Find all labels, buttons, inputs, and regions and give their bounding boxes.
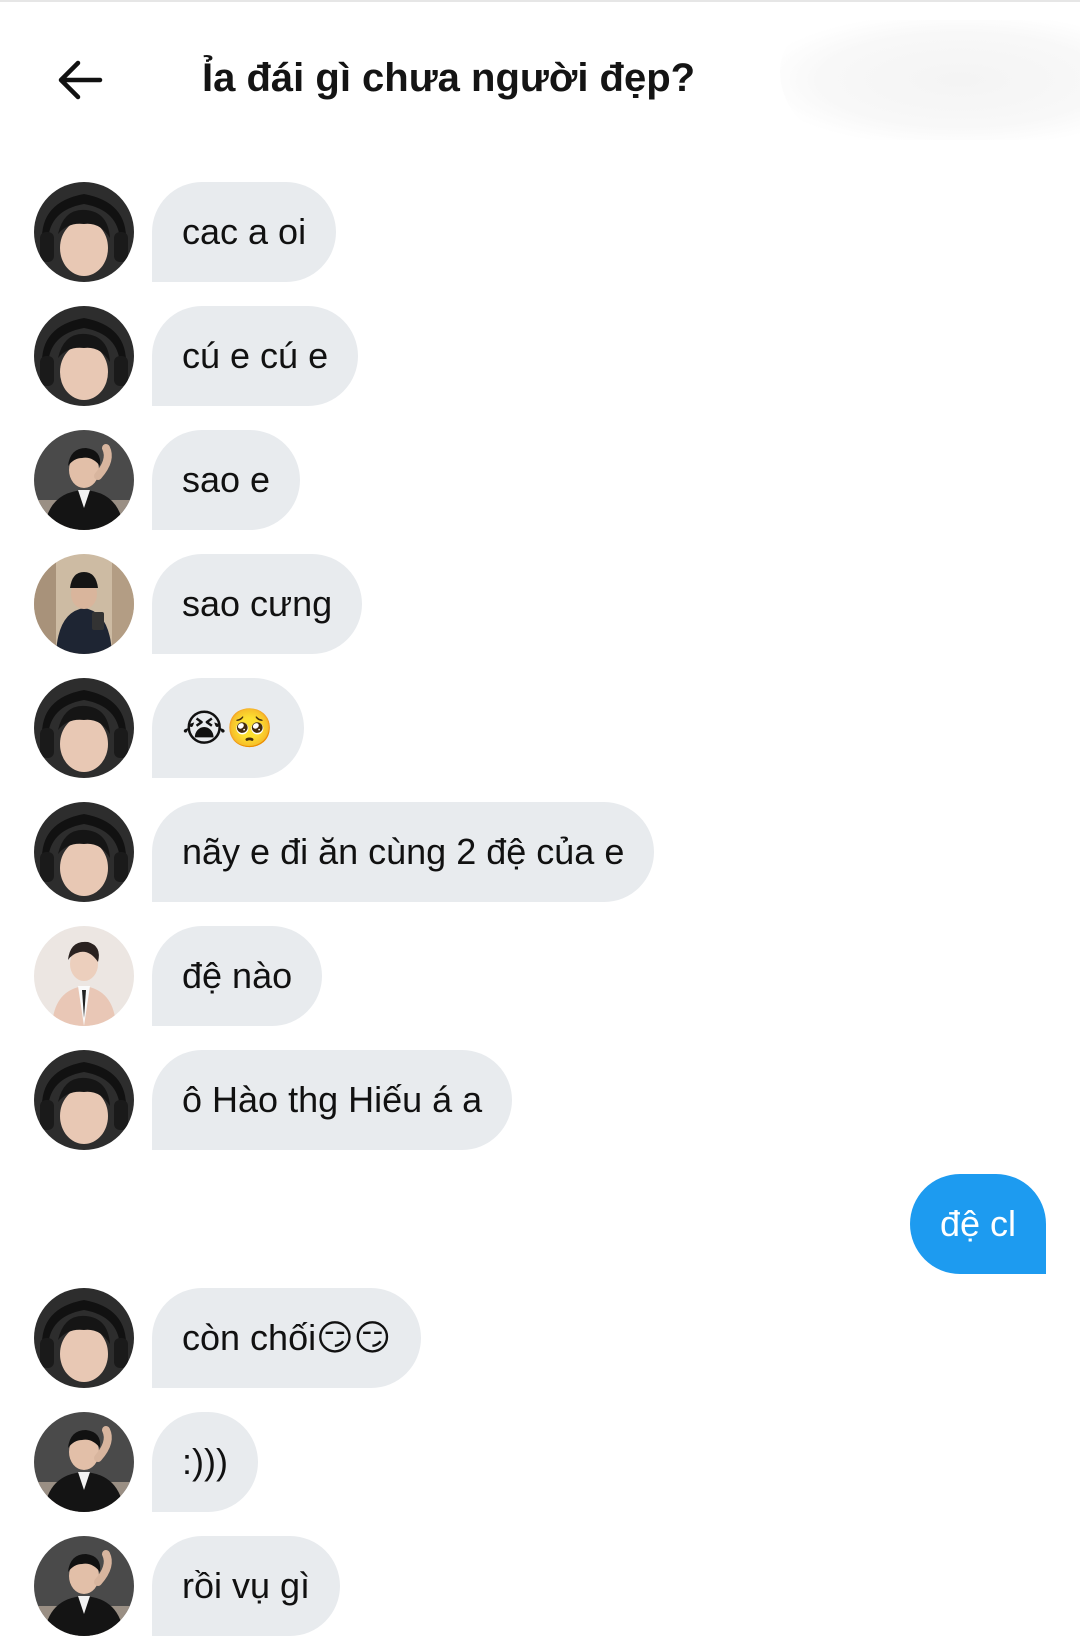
message-bubble[interactable]: ô Hào thg Hiếu á a (152, 1050, 513, 1150)
back-button[interactable] (52, 54, 108, 110)
avatar[interactable] (34, 678, 134, 778)
avatar[interactable] (34, 802, 134, 902)
message-row: cac a oi (0, 182, 1080, 282)
message-row: nãy e đi ăn cùng 2 đệ của e (0, 802, 1080, 902)
arrow-left-icon (56, 56, 104, 109)
message-text: :))) (182, 1441, 228, 1482)
outgoing-message-bubble[interactable]: đệ cl (909, 1174, 1046, 1274)
message-bubble[interactable]: sao e (152, 430, 301, 530)
message-text: cú e cú e (182, 335, 329, 376)
message-row: đệ nào (0, 926, 1080, 1026)
message-text: sao e (182, 459, 271, 500)
avatar[interactable] (34, 182, 134, 282)
message-row: 😭🥺 (0, 678, 1080, 778)
avatar[interactable] (34, 1288, 134, 1388)
message-bubble[interactable]: :))) (152, 1412, 258, 1512)
message-bubble[interactable]: cac a oi (152, 182, 337, 282)
message-row: sao e (0, 430, 1080, 530)
message-text: còn chối😏😏 (182, 1317, 392, 1358)
message-text: nãy e đi ăn cùng 2 đệ của e (182, 831, 625, 872)
message-row: ô Hào thg Hiếu á a (0, 1050, 1080, 1150)
avatar[interactable] (34, 1412, 134, 1512)
message-row-outgoing: đệ cl (0, 1174, 1080, 1274)
avatar[interactable] (34, 926, 134, 1026)
avatar[interactable] (34, 430, 134, 530)
message-text: sao cưng (182, 583, 333, 624)
message-bubble[interactable]: còn chối😏😏 (152, 1288, 422, 1388)
dm-conversation-screen: Ỉa đái gì chưa người đẹp? cac a oi cú e … (0, 0, 1080, 1642)
message-row: sao cưng (0, 554, 1080, 654)
header-smudge (780, 20, 1080, 140)
conversation-title: Ỉa đái gì chưa người đẹp? (202, 56, 696, 100)
message-bubble[interactable]: 😭🥺 (152, 678, 304, 778)
message-row: :))) (0, 1412, 1080, 1512)
avatar[interactable] (34, 306, 134, 406)
message-bubble[interactable]: cú e cú e (152, 306, 359, 406)
message-bubble[interactable]: rồi vụ gì (152, 1536, 341, 1636)
avatar[interactable] (34, 554, 134, 654)
message-row: rồi vụ gì (0, 1536, 1080, 1636)
message-text: 😭🥺 (182, 705, 274, 750)
avatar[interactable] (34, 1050, 134, 1150)
message-row: còn chối😏😏 (0, 1288, 1080, 1388)
message-text: đệ nào (182, 955, 293, 996)
message-bubble[interactable]: sao cưng (152, 554, 363, 654)
avatar[interactable] (34, 1536, 134, 1636)
message-bubble[interactable]: nãy e đi ăn cùng 2 đệ của e (152, 802, 655, 902)
message-text: rồi vụ gì (182, 1565, 311, 1606)
message-row: cú e cú e (0, 306, 1080, 406)
message-text: cac a oi (182, 211, 307, 252)
message-text: ô Hào thg Hiếu á a (182, 1079, 483, 1120)
message-text: đệ cl (939, 1203, 1016, 1244)
message-bubble[interactable]: đệ nào (152, 926, 323, 1026)
